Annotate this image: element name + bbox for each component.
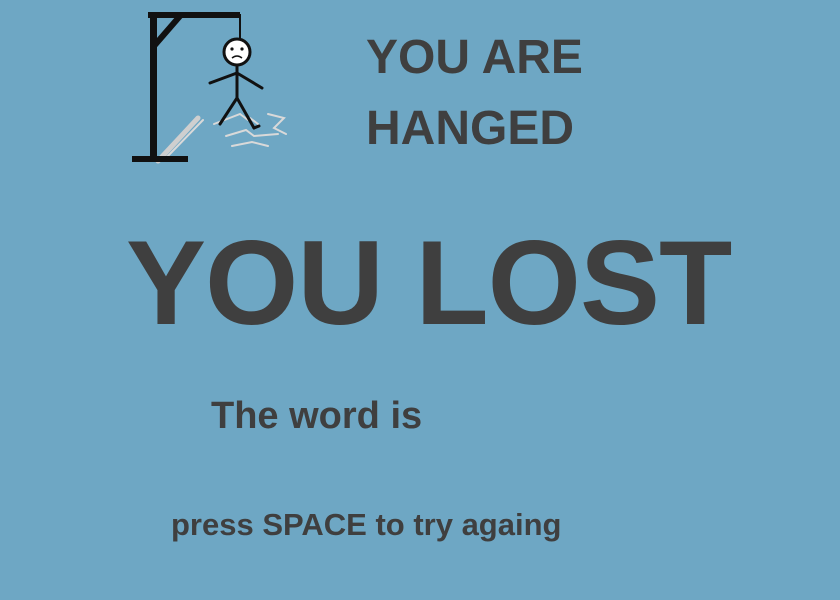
word-reveal-label: The word is xyxy=(211,395,423,437)
gallows-frame xyxy=(132,12,241,162)
hanged-message-line-1: YOU ARE xyxy=(366,31,583,84)
hanged-stickman-icon xyxy=(132,12,287,164)
result-heading: YOU LOST xyxy=(126,216,732,350)
restart-hint: press SPACE to try againg xyxy=(171,507,562,542)
game-over-screen: YOU ARE HANGED YOU LOST The word is pres… xyxy=(0,0,840,600)
hanged-message-line-2: HANGED xyxy=(366,102,575,155)
